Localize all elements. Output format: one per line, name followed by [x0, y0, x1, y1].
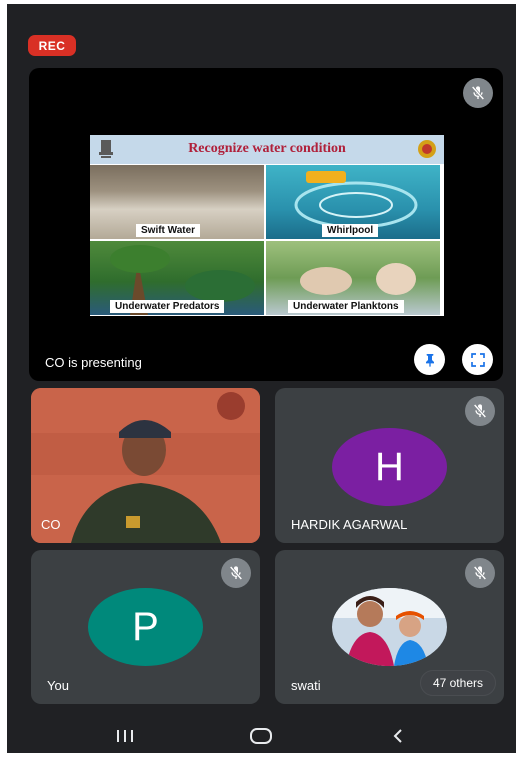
mic-off-icon	[463, 78, 493, 108]
slide-caption: Underwater Predators	[110, 300, 225, 313]
slide-caption: Whirlpool	[322, 224, 379, 237]
presentation-tile[interactable]: Recognize water condition Swift Water Wh…	[29, 68, 503, 381]
participant-name: swati	[291, 678, 321, 693]
home-button[interactable]	[246, 724, 276, 748]
participant-name: HARDIK AGARWAL	[291, 517, 408, 532]
pin-icon	[425, 353, 434, 367]
home-icon	[250, 727, 273, 744]
others-count-button[interactable]: 47 others	[419, 670, 496, 696]
slide-image-swift-water: Swift Water	[90, 165, 264, 239]
presenter-label: CO is presenting	[45, 355, 142, 370]
badge-logo-icon	[418, 140, 436, 158]
slide-image-underwater-predators: Underwater Predators	[90, 241, 264, 315]
pin-button[interactable]	[414, 344, 445, 375]
slide-caption: Underwater Planktons	[288, 300, 404, 313]
back-icon	[393, 728, 402, 743]
slide-image-underwater-planktons: Underwater Planktons	[266, 241, 440, 315]
avatar: H	[332, 428, 447, 506]
back-button[interactable]	[383, 724, 413, 748]
participant-video	[31, 388, 260, 543]
fullscreen-button[interactable]	[462, 344, 493, 375]
mic-off-icon	[465, 558, 495, 588]
participant-name: CO	[41, 517, 61, 532]
mic-off-icon	[221, 558, 251, 588]
meeting-screen: REC Recognize water condition Swift Wate…	[7, 4, 516, 753]
avatar: P	[88, 588, 203, 666]
slide-image-whirlpool: Whirlpool	[266, 165, 440, 239]
avatar	[332, 588, 447, 666]
participant-tile-co[interactable]: CO	[31, 388, 260, 543]
mic-off-icon	[465, 396, 495, 426]
slide-header: Recognize water condition	[90, 135, 444, 164]
participant-name: You	[47, 678, 69, 693]
recording-badge: REC	[28, 35, 76, 56]
fullscreen-icon	[470, 352, 485, 367]
shared-slide: Recognize water condition Swift Water Wh…	[90, 135, 444, 316]
participant-tile-swati[interactable]: swati 47 others	[275, 550, 504, 704]
recents-icon	[117, 729, 134, 742]
system-nav-bar	[7, 718, 516, 753]
participant-tile-hardik[interactable]: H HARDIK AGARWAL	[275, 388, 504, 543]
participant-tile-you[interactable]: P You	[31, 550, 260, 704]
recents-button[interactable]	[110, 724, 140, 748]
slide-title: Recognize water condition	[188, 141, 346, 156]
slide-caption: Swift Water	[136, 224, 201, 237]
